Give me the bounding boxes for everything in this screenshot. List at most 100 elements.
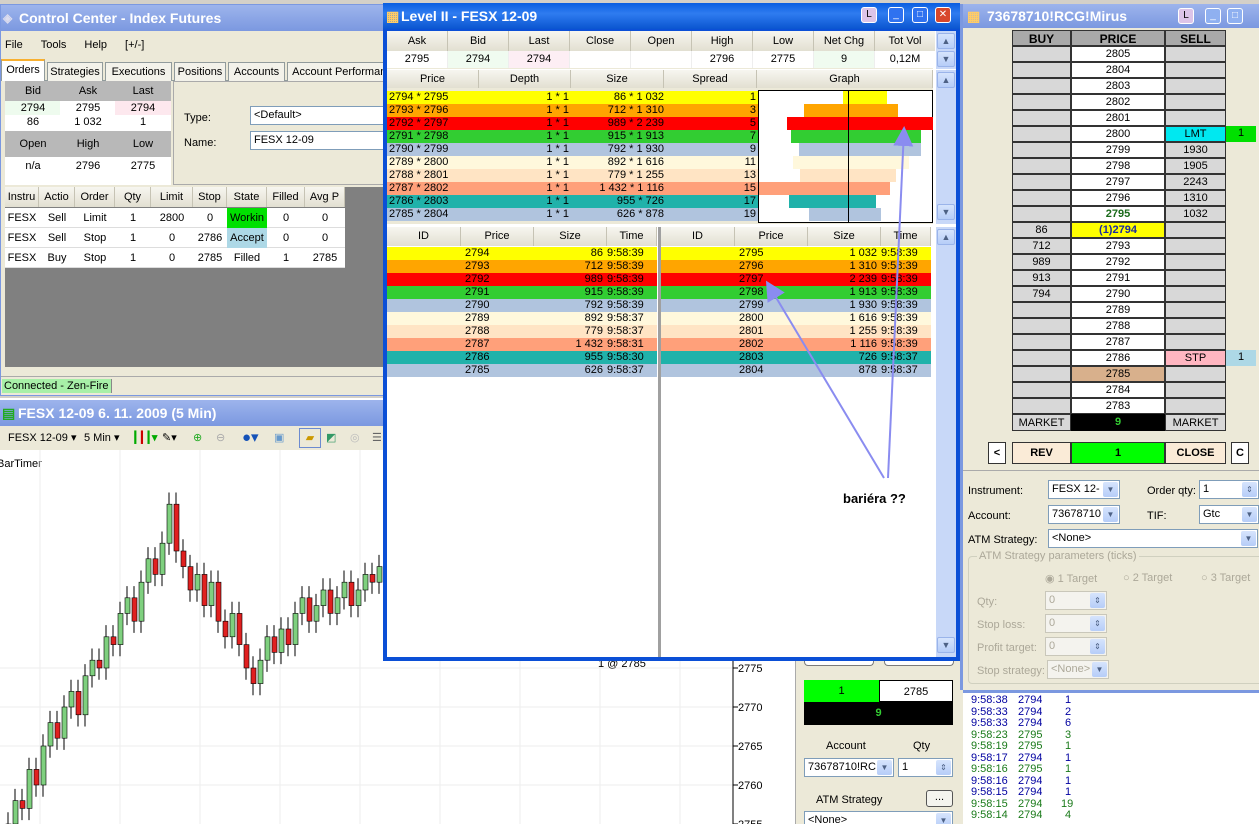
quote-header[interactable]: Ask	[387, 31, 448, 51]
dom-sell-cell[interactable]	[1165, 334, 1226, 350]
instrument-field[interactable]: FESX 12- ▼	[1048, 480, 1120, 499]
ladder-row[interactable]: 2790 * 2799 1 * 1 792 * 1 930 9	[387, 143, 758, 156]
close-button[interactable]: ✕	[935, 7, 951, 23]
book-header[interactable]: Size	[534, 227, 607, 246]
ladder-row[interactable]: 2794 * 2795 1 * 1 86 * 1 032 1	[387, 91, 758, 104]
zoom-out-icon[interactable]: ⊖	[216, 426, 225, 450]
bid-row[interactable]: 2794 86 9:58:39	[387, 247, 657, 260]
dom-sell-cell[interactable]	[1165, 382, 1226, 398]
dom-sell-cell[interactable]: LMT	[1165, 126, 1226, 142]
column-header[interactable]: Order	[75, 187, 115, 207]
dom-buy-cell[interactable]: 86	[1012, 222, 1071, 238]
dom-sell-cell[interactable]	[1165, 222, 1226, 238]
maximize-button[interactable]: □	[912, 7, 928, 23]
dom-sell-cell[interactable]	[1165, 270, 1226, 286]
link-button[interactable]: L	[861, 7, 877, 23]
qty-stepper[interactable]: 1 ⇕	[898, 758, 953, 777]
bid-row[interactable]: 2788 779 9:58:37	[387, 325, 657, 338]
dom-sell-cell[interactable]	[1165, 62, 1226, 78]
bid-row[interactable]: 2793 712 9:58:39	[387, 260, 657, 273]
minimize-button[interactable]: _	[888, 7, 904, 23]
column-header[interactable]: Actio	[39, 187, 75, 207]
atm-settings-button[interactable]: ...	[926, 790, 953, 807]
bid-row[interactable]: 2792 989 9:58:39	[387, 273, 657, 286]
tab-strategies[interactable]: Strategies	[47, 62, 103, 81]
control-center-titlebar[interactable]: ◈ Control Center - Index Futures	[1, 5, 389, 31]
tab-accounts[interactable]: Accounts	[228, 62, 285, 81]
menu-item[interactable]: Tools	[41, 39, 67, 51]
dom-sell-cell[interactable]: 1032	[1165, 206, 1226, 222]
reload-icon[interactable]: ◎	[350, 426, 360, 450]
dom-buy-cell[interactable]	[1012, 110, 1071, 126]
menu-item[interactable]: Help	[84, 39, 107, 51]
scroll-down-icon[interactable]: ▼	[937, 204, 955, 220]
ask-row[interactable]: 2802 1 116 9:58:39	[661, 338, 931, 351]
dom-sell-cell[interactable]: 1310	[1165, 190, 1226, 206]
quote-header[interactable]: Close	[570, 31, 631, 51]
column-header[interactable]: Qty	[115, 187, 151, 207]
dom-buy-cell[interactable]	[1012, 46, 1071, 62]
dom-buy-cell[interactable]	[1012, 142, 1071, 158]
ladder-row[interactable]: 2793 * 2796 1 * 1 712 * 1 310 3	[387, 104, 758, 117]
quote-header[interactable]: Last	[509, 31, 570, 51]
pencil-icon[interactable]: ✎▾	[162, 426, 177, 450]
close-position-button[interactable]: CLOSE	[1165, 442, 1226, 464]
dom-buy-cell[interactable]: 712	[1012, 238, 1071, 254]
dom-buy-cell[interactable]	[1012, 190, 1071, 206]
quote-header[interactable]: Open	[631, 31, 692, 51]
book-scrollbar[interactable]: ▲ ▼	[935, 227, 956, 657]
tab-account-performanc[interactable]: Account Performanc	[287, 62, 389, 81]
globe-icon[interactable]: ●▾	[242, 426, 259, 450]
dom-sell-cell[interactable]: 1905	[1165, 158, 1226, 174]
dom-buy-cell[interactable]	[1012, 334, 1071, 350]
dom-buy-cell[interactable]	[1012, 62, 1071, 78]
bid-row[interactable]: 2786 955 9:58:30	[387, 351, 657, 364]
bid-row[interactable]: 2789 892 9:58:37	[387, 312, 657, 325]
spin-icon[interactable]: ⇕	[1242, 482, 1257, 497]
order-qty-marker[interactable]: 1	[1226, 126, 1256, 142]
account-select[interactable]: 73678710!RC ▼	[804, 758, 894, 777]
ask-row[interactable]: 2797 2 239 9:58:39	[661, 273, 931, 286]
tif-field[interactable]: Gtc ▼	[1199, 505, 1259, 524]
ask-row[interactable]: 2799 1 930 9:58:39	[661, 299, 931, 312]
bid-row[interactable]: 2785 626 9:58:37	[387, 364, 657, 377]
ask-row[interactable]: 2795 1 032 9:58:39	[661, 247, 931, 260]
chevron-down-icon[interactable]: ▼	[936, 813, 951, 824]
quote-header[interactable]: Net Chg	[814, 31, 875, 51]
chevron-down-icon[interactable]: ▼	[877, 760, 892, 775]
column-header[interactable]: State	[227, 187, 267, 207]
ladder-scrollbar[interactable]: ▲ ▼	[935, 70, 956, 224]
ask-row[interactable]: 2804 878 9:58:37	[661, 364, 931, 377]
chevron-down-icon[interactable]: ▼	[1242, 507, 1257, 522]
minimize-button[interactable]: _	[1205, 8, 1221, 24]
ladder-row[interactable]: 2785 * 2804 1 * 1 626 * 878 19	[387, 208, 758, 221]
dom-sell-cell[interactable]	[1165, 254, 1226, 270]
bid-row[interactable]: 2790 792 9:58:39	[387, 299, 657, 312]
dom-sell-cell[interactable]	[1165, 78, 1226, 94]
ladder-header[interactable]: Depth	[479, 70, 571, 88]
dom-buy-cell[interactable]: 913	[1012, 270, 1071, 286]
chart-trader-icon[interactable]: ▰	[299, 428, 321, 448]
ask-row[interactable]: 2801 1 255 9:58:39	[661, 325, 931, 338]
quote-header[interactable]: Low	[753, 31, 814, 51]
ladder-row[interactable]: 2789 * 2800 1 * 1 892 * 1 616 11	[387, 156, 758, 169]
back-button[interactable]: <	[988, 442, 1006, 464]
dom-buy-cell[interactable]	[1012, 94, 1071, 110]
dom-sell-cell[interactable]	[1165, 318, 1226, 334]
book-header[interactable]: Time	[607, 227, 657, 246]
maximize-button[interactable]: □	[1227, 8, 1243, 24]
order-qty-field[interactable]: 1 ⇕	[1199, 480, 1259, 499]
dom-sell-cell[interactable]	[1165, 110, 1226, 126]
dom-sell-cell[interactable]	[1165, 302, 1226, 318]
account-field[interactable]: 73678710 ▼	[1048, 505, 1120, 524]
tab-positions[interactable]: Positions	[174, 62, 226, 81]
cancel-all-button[interactable]: C	[1231, 442, 1249, 464]
atm-field[interactable]: <None> ▼	[1048, 529, 1258, 548]
dom-buy-cell[interactable]	[1012, 302, 1071, 318]
dom-buy-cell[interactable]	[1012, 126, 1071, 142]
dom-buy-cell[interactable]	[1012, 366, 1071, 382]
bid-row[interactable]: 2787 1 432 9:58:31	[387, 338, 657, 351]
ladder-row[interactable]: 2787 * 2802 1 * 1 1 432 * 1 116 15	[387, 182, 758, 195]
book-header[interactable]: ID	[661, 227, 735, 246]
dom-sell-cell[interactable]	[1165, 366, 1226, 382]
